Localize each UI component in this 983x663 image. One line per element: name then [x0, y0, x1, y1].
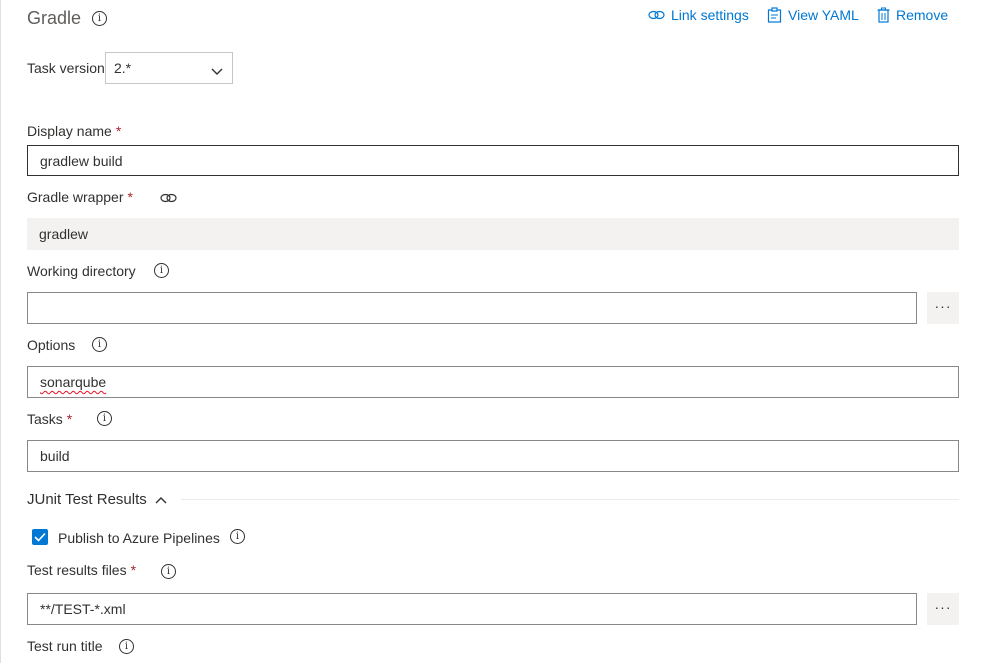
info-icon[interactable]: i	[230, 529, 245, 544]
gradle-wrapper-label: Gradle wrapper *	[27, 189, 133, 205]
task-title: Gradle	[27, 8, 82, 28]
display-name-input[interactable]: gradlew build	[27, 145, 959, 176]
task-version-dropdown[interactable]: 2.*	[105, 52, 233, 84]
junit-section-title: JUnit Test Results	[27, 491, 147, 508]
working-directory-label: Working directory	[27, 263, 136, 279]
remove-button[interactable]: Remove	[877, 7, 948, 23]
link-icon	[648, 9, 665, 21]
tasks-label-text: Tasks	[27, 411, 63, 427]
view-yaml-button[interactable]: View YAML	[767, 7, 859, 23]
gradle-wrapper-value: gradlew	[39, 226, 89, 242]
info-icon[interactable]: i	[97, 411, 112, 426]
required-marker: *	[66, 411, 73, 427]
browse-test-results-button[interactable]: ···	[927, 593, 959, 625]
info-icon[interactable]: i	[161, 564, 176, 579]
required-marker: *	[130, 562, 137, 578]
link-settings-label: Link settings	[671, 7, 749, 23]
remove-label: Remove	[896, 7, 949, 23]
junit-section-header[interactable]: JUnit Test Results	[27, 491, 167, 508]
tasks-input[interactable]: build	[27, 440, 959, 472]
display-name-label-text: Display name	[27, 123, 112, 139]
checkmark-icon	[34, 532, 46, 542]
gradle-wrapper-input: gradlew	[27, 218, 959, 250]
trash-icon	[877, 7, 890, 23]
view-yaml-label: View YAML	[788, 7, 859, 23]
test-results-files-input[interactable]: **/TEST-*.xml	[27, 593, 917, 625]
link-settings-button[interactable]: Link settings	[648, 7, 749, 23]
test-results-files-label-text: Test results files	[27, 562, 127, 578]
tasks-value: build	[40, 448, 70, 464]
browse-working-directory-button[interactable]: ···	[927, 292, 959, 324]
display-name-value: gradlew build	[40, 152, 123, 169]
publish-checkbox[interactable]	[32, 529, 48, 545]
chevron-down-icon	[211, 63, 223, 79]
working-directory-input[interactable]	[27, 292, 917, 324]
info-icon[interactable]: i	[92, 337, 107, 352]
test-results-files-label: Test results files *	[27, 562, 136, 578]
options-input[interactable]: sonarqube	[27, 366, 959, 398]
clipboard-icon	[767, 7, 782, 23]
section-divider	[181, 499, 959, 500]
info-icon[interactable]: i	[119, 639, 134, 654]
test-results-files-value: **/TEST-*.xml	[40, 601, 126, 617]
options-label: Options	[27, 337, 76, 353]
task-version-value: 2.*	[114, 60, 132, 76]
options-value: sonarqube	[40, 374, 107, 390]
panel-left-border	[0, 0, 1, 663]
link-icon[interactable]	[160, 191, 177, 209]
required-marker: *	[127, 189, 133, 205]
info-icon[interactable]: i	[92, 11, 107, 26]
tasks-label: Tasks *	[27, 411, 72, 427]
gradle-wrapper-label-text: Gradle wrapper	[27, 189, 124, 205]
test-run-title-label: Test run title	[27, 638, 103, 654]
publish-label[interactable]: Publish to Azure Pipelines	[58, 530, 220, 546]
display-name-label: Display name *	[27, 123, 121, 139]
required-marker: *	[115, 123, 122, 139]
task-version-label: Task version	[27, 60, 105, 76]
chevron-up-icon	[155, 491, 167, 508]
info-icon[interactable]: i	[154, 263, 169, 278]
